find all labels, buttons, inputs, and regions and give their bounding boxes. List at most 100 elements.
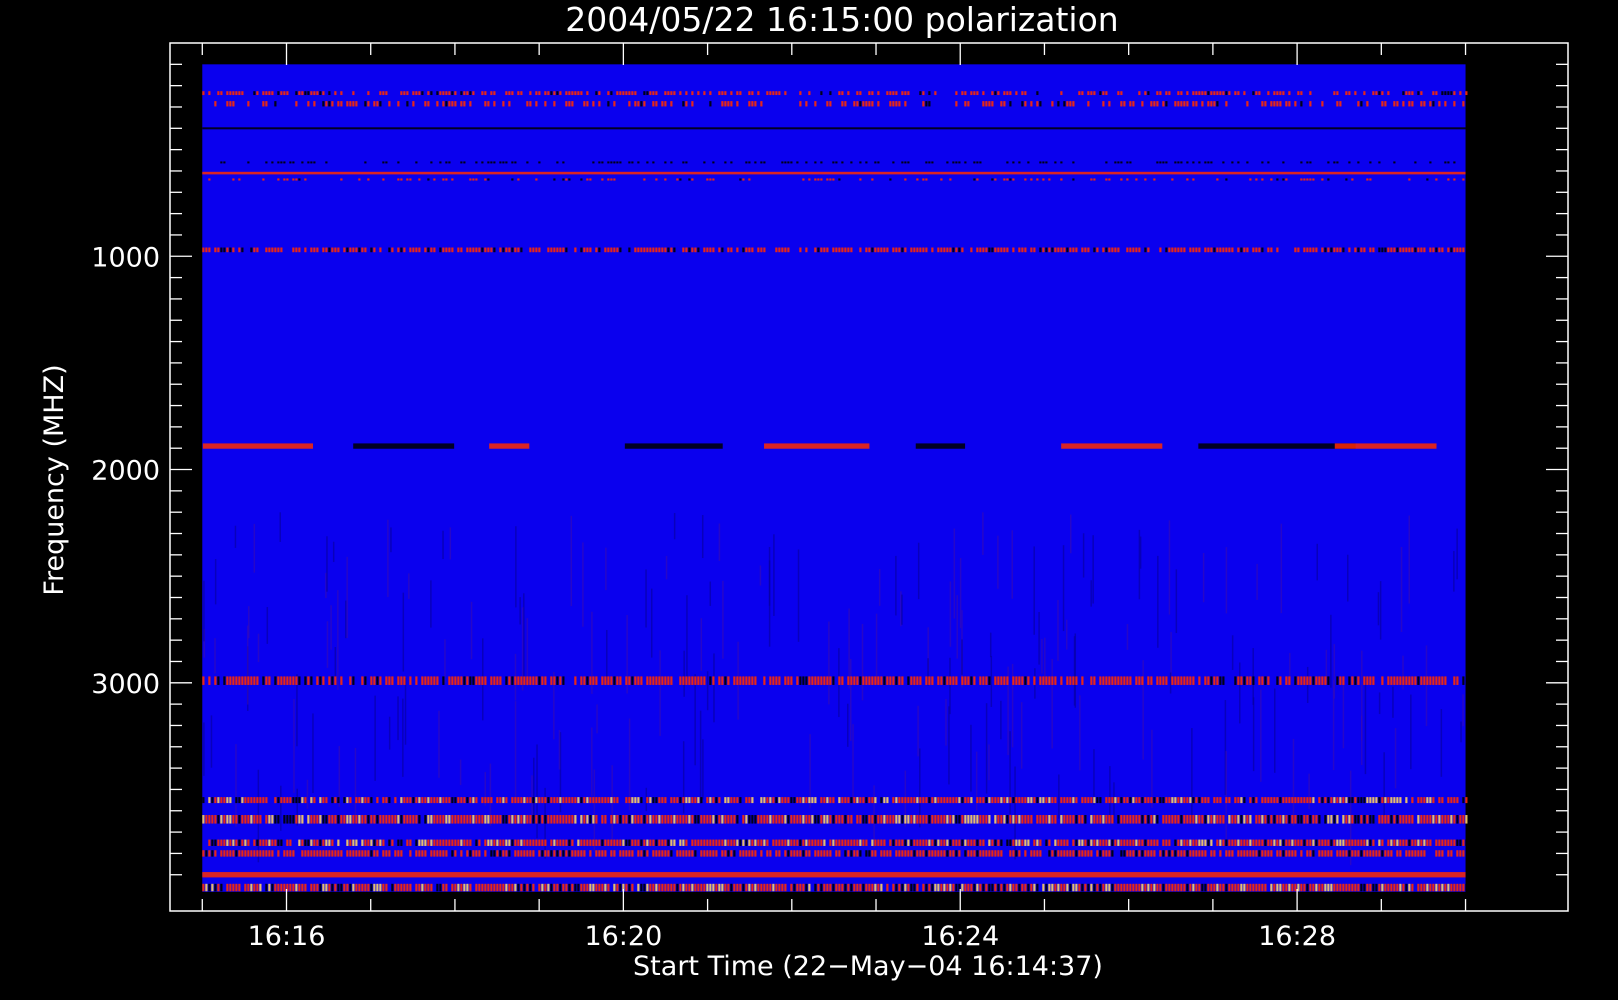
band-cell: [385, 797, 388, 804]
band-cell: [1228, 839, 1231, 846]
band-cell: [688, 815, 691, 824]
band-cell: [1456, 815, 1459, 824]
band-cell: [655, 883, 658, 892]
band-cell: [1060, 91, 1063, 96]
noise-streak: [387, 519, 389, 598]
band-cell: [1021, 883, 1024, 892]
band-cell: [610, 850, 613, 857]
noise-streak: [1274, 688, 1276, 773]
band-cell: [1360, 101, 1363, 107]
band-cell: [835, 161, 838, 164]
band-cell: [409, 178, 412, 181]
band-cell: [304, 178, 307, 181]
band-cell: [1222, 161, 1225, 164]
band-cell: [997, 850, 1000, 857]
y-axis-label: Frequency (MHZ): [39, 364, 70, 595]
band-cell: [1381, 850, 1384, 857]
band-cell: [697, 797, 700, 804]
band-cell: [865, 850, 868, 857]
band-cell: [268, 850, 271, 857]
band-cell: [205, 850, 208, 857]
band-cell: [907, 850, 910, 857]
band-cell: [337, 101, 340, 107]
band-cell: [310, 161, 313, 164]
band-cell: [877, 91, 880, 96]
band-cell: [730, 797, 733, 804]
band-cell: [1249, 676, 1252, 685]
band-cell: [1060, 178, 1063, 181]
band-cell: [670, 676, 673, 685]
noise-streak: [234, 525, 237, 548]
band-cell: [214, 101, 217, 107]
band-cell: [454, 91, 457, 96]
band-cell: [775, 850, 778, 857]
noise-streak: [210, 715, 213, 768]
band-cell: [547, 797, 550, 804]
band-cell: [628, 161, 631, 164]
band-cell: [232, 247, 235, 253]
band-cell: [646, 91, 649, 96]
noise-streak: [1109, 766, 1111, 817]
band-cell: [1225, 839, 1228, 846]
band-cell: [397, 839, 400, 846]
band-cell: [1180, 91, 1183, 96]
band-cell: [1414, 839, 1417, 846]
band-cell: [829, 91, 832, 96]
band-cell: [1033, 850, 1036, 857]
band-cell: [469, 839, 472, 846]
band-cell: [415, 247, 418, 253]
band-cell: [1375, 91, 1378, 96]
band-cell: [1309, 247, 1312, 253]
band-cell: [748, 676, 751, 685]
band-cell: [676, 797, 679, 804]
band-cell: [691, 839, 694, 846]
band-cell: [1321, 676, 1324, 685]
band-cell: [790, 883, 793, 892]
noise-streak: [861, 623, 864, 701]
band-cell: [589, 883, 592, 892]
band-cell: [352, 815, 355, 824]
band-cell: [394, 815, 397, 824]
band-cell: [1237, 247, 1240, 253]
band-cell: [988, 839, 991, 846]
band-cell: [1189, 815, 1192, 824]
band-cell: [727, 797, 730, 804]
band-cell: [622, 850, 625, 857]
band-cell: [1411, 91, 1414, 96]
band-cell: [1039, 161, 1042, 164]
band-cell: [685, 797, 688, 804]
band-cell: [286, 676, 289, 685]
band-cell: [688, 883, 691, 892]
band-cell: [331, 101, 334, 107]
band-cell: [1045, 247, 1048, 253]
band-cell: [310, 883, 313, 892]
band-cell: [1018, 797, 1021, 804]
band-cell: [895, 850, 898, 857]
band-cell: [724, 850, 727, 857]
band-cell: [1369, 797, 1372, 804]
band-cell: [1216, 178, 1219, 181]
band-cell: [1390, 676, 1393, 685]
band-cell: [1189, 797, 1192, 804]
band-cell: [1075, 797, 1078, 804]
band-cell: [1219, 839, 1222, 846]
band-cell: [373, 883, 376, 892]
band-cell: [973, 676, 976, 685]
band-cell: [736, 91, 739, 96]
band-cell: [1018, 839, 1021, 846]
band-cell: [1111, 883, 1114, 892]
band-cell: [256, 91, 259, 96]
band-cell: [670, 247, 673, 253]
band-cell: [880, 850, 883, 857]
band-cell: [454, 883, 457, 892]
band-cell: [1213, 101, 1216, 107]
band-cell: [859, 178, 862, 181]
band-cell: [1141, 850, 1144, 857]
band-cell: [1462, 815, 1465, 824]
band-cell: [994, 850, 997, 857]
band-cell: [961, 797, 964, 804]
band-cell: [1348, 676, 1351, 685]
band-cell: [445, 101, 448, 107]
band-cell: [1357, 839, 1360, 846]
band-cell: [412, 247, 415, 253]
